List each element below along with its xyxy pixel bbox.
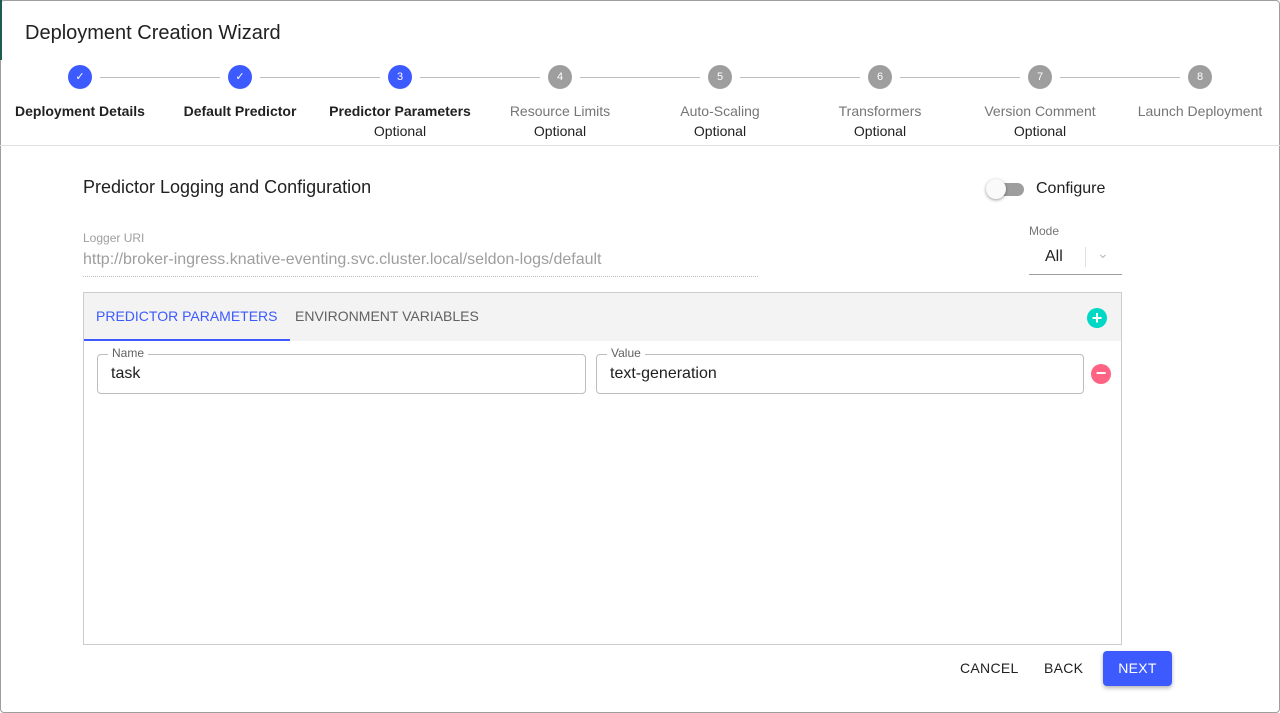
step-number: 3	[388, 65, 412, 89]
configure-label: Configure	[1036, 180, 1106, 197]
parameters-panel: PREDICTOR PARAMETERS ENVIRONMENT VARIABL…	[83, 292, 1122, 645]
step-optional: Optional	[853, 123, 907, 139]
step-4[interactable]: 4 Resource Limits Optional	[480, 65, 640, 139]
step-label: Auto-Scaling	[680, 103, 760, 119]
step-1[interactable]: ✓ Deployment Details	[0, 65, 160, 119]
step-label: Predictor Parameters	[329, 103, 471, 119]
remove-parameter-icon[interactable]: −	[1091, 364, 1111, 384]
check-icon: ✓	[228, 65, 252, 89]
tab-environment-variables[interactable]: ENVIRONMENT VARIABLES	[283, 293, 491, 341]
mode-value: All	[1045, 248, 1063, 265]
value-label: Value	[607, 346, 645, 360]
step-5[interactable]: 5 Auto-Scaling Optional	[640, 65, 800, 139]
step-number: 4	[548, 65, 572, 89]
step-label: Default Predictor	[183, 103, 297, 119]
param-name-field[interactable]: Name task	[97, 346, 586, 394]
step-number: 5	[708, 65, 732, 89]
check-icon: ✓	[68, 65, 92, 89]
step-2[interactable]: ✓ Default Predictor	[160, 65, 320, 119]
section-title: Predictor Logging and Configuration	[83, 177, 372, 197]
background-edge	[0, 0, 2, 60]
step-optional: Optional	[693, 123, 747, 139]
mode-select[interactable]: All ⌄	[1029, 243, 1122, 275]
step-number: 6	[868, 65, 892, 89]
tab-bar: PREDICTOR PARAMETERS ENVIRONMENT VARIABL…	[84, 293, 1121, 341]
step-7[interactable]: 7 Version Comment Optional	[960, 65, 1120, 139]
mode-label: Mode	[1029, 224, 1060, 238]
step-number: 8	[1188, 65, 1212, 89]
back-button[interactable]: BACK	[1032, 651, 1095, 686]
name-value: task	[111, 365, 141, 382]
name-label: Name	[108, 346, 149, 360]
add-parameter-icon[interactable]: +	[1087, 308, 1107, 328]
step-optional: Optional	[1013, 123, 1067, 139]
divider	[0, 145, 1280, 146]
step-8[interactable]: 8 Launch Deployment	[1120, 65, 1280, 119]
step-number: 7	[1028, 65, 1052, 89]
step-label: Transformers	[838, 103, 922, 119]
step-optional: Optional	[533, 123, 587, 139]
step-label: Deployment Details	[15, 103, 145, 119]
step-label: Resource Limits	[509, 103, 611, 119]
step-optional: Optional	[373, 123, 427, 139]
step-label: Launch Deployment	[1137, 103, 1263, 119]
step-3[interactable]: 3 Predictor Parameters Optional	[320, 65, 480, 139]
next-button[interactable]: NEXT	[1103, 651, 1172, 686]
step-label: Version Comment	[984, 103, 1096, 119]
param-value-field[interactable]: Value text-generation	[596, 346, 1084, 394]
dialog-title: Deployment Creation Wizard	[25, 22, 281, 44]
logger-uri-input[interactable]: http://broker-ingress.knative-eventing.s…	[83, 251, 758, 277]
configure-toggle[interactable]	[986, 179, 1026, 199]
cancel-button[interactable]: CANCEL	[948, 651, 1031, 686]
logger-uri-label: Logger URI	[83, 231, 145, 245]
tab-predictor-parameters[interactable]: PREDICTOR PARAMETERS	[84, 293, 290, 341]
value-value: text-generation	[610, 365, 717, 382]
chevron-down-icon: ⌄	[1097, 245, 1109, 261]
step-6[interactable]: 6 Transformers Optional	[800, 65, 960, 139]
